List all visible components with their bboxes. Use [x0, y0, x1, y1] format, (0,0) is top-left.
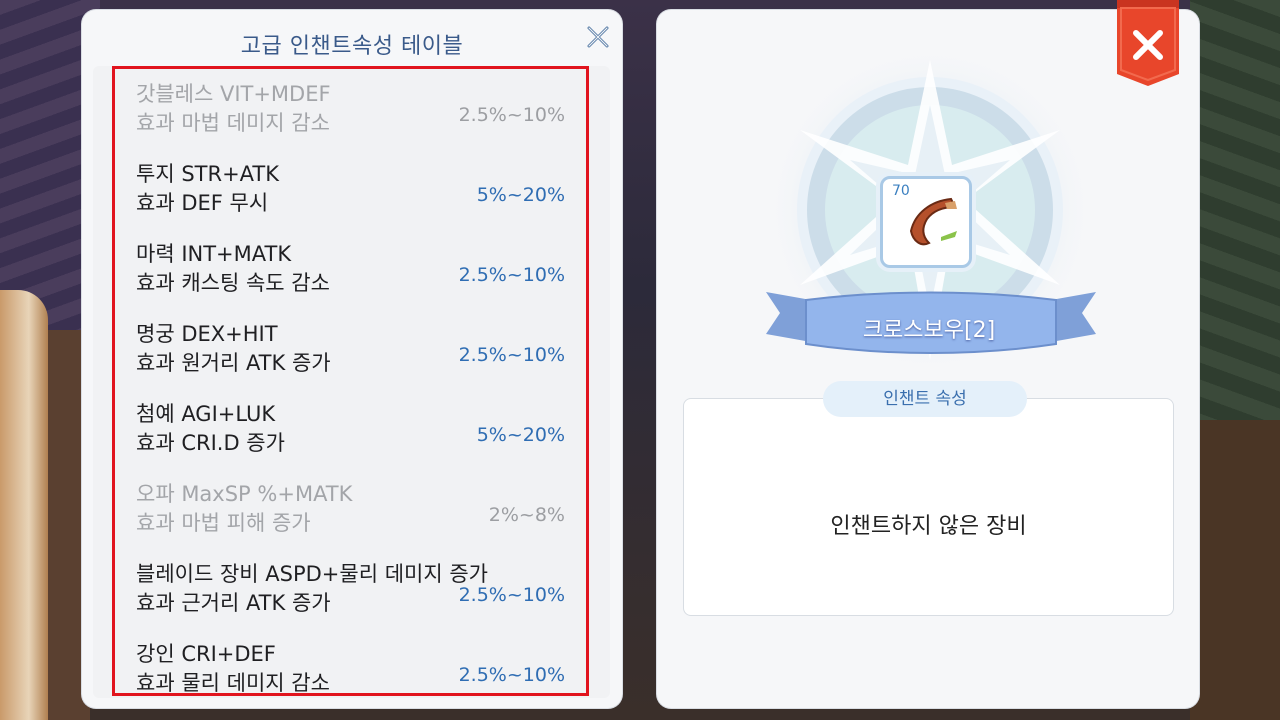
list-item: 갓블레스 VIT+MDEF 효과 마법 데미지 감소 2.5%~10%: [136, 78, 566, 148]
list-item: 강인 CRI+DEF 효과 물리 데미지 감소 2.5%~10%: [136, 638, 566, 708]
close-x-icon[interactable]: [585, 24, 611, 50]
enchant-effect: 효과 DEF 무시: [136, 191, 269, 215]
list-item: 블레이드 장비 ASPD+물리 데미지 증가 효과 근거리 ATK 증가 2.5…: [136, 558, 566, 628]
enchant-name: 오파 MaxSP %+MATK: [136, 482, 353, 506]
background-roof-right: [1190, 0, 1280, 420]
background-wall-right: [1190, 420, 1280, 720]
enchant-effect: 효과 CRI.D 증가: [136, 431, 285, 455]
enchant-effect: 효과 마법 데미지 감소: [136, 111, 330, 135]
list-item: 명궁 DEX+HIT 효과 원거리 ATK 증가 2.5%~10%: [136, 318, 566, 388]
enchant-range: 5%~20%: [476, 424, 565, 446]
enchant-name: 블레이드 장비 ASPD+물리 데미지 증가: [136, 562, 488, 586]
enchant-name: 첨예 AGI+LUK: [136, 402, 276, 426]
list-item: 첨예 AGI+LUK 효과 CRI.D 증가 5%~20%: [136, 398, 566, 468]
enchant-range: 2.5%~10%: [458, 584, 565, 606]
panel-title: 고급 인챈트속성 테이블: [240, 34, 464, 59]
enchant-range: 2.5%~10%: [458, 104, 565, 126]
enchant-range: 5%~20%: [476, 184, 565, 206]
enchant-effect: 효과 캐스팅 속도 감소: [136, 271, 330, 295]
enchant-effect: 효과 마법 피해 증가: [136, 511, 311, 535]
crossbow-icon: [909, 197, 957, 246]
list-item: 마력 INT+MATK 효과 캐스팅 속도 감소 2.5%~10%: [136, 238, 566, 308]
enchant-range: 2%~8%: [488, 504, 565, 526]
enchant-effect: 효과 원거리 ATK 증가: [136, 351, 331, 375]
background-character: [0, 290, 48, 720]
enchant-name: 투지 STR+ATK: [136, 162, 279, 186]
list-item: 오파 MaxSP %+MATK 효과 마법 피해 증가 2%~8%: [136, 478, 566, 548]
enchant-effect: 효과 근거리 ATK 증가: [136, 591, 331, 615]
enchant-effect: 효과 물리 데미지 감소: [136, 671, 330, 695]
tab-enchant-attributes[interactable]: 인챈트 속성: [823, 381, 1027, 417]
enchant-range: 2.5%~10%: [458, 264, 565, 286]
enchant-range: 2.5%~10%: [458, 344, 565, 366]
close-icon[interactable]: [1115, 0, 1181, 86]
enchant-name: 명궁 DEX+HIT: [136, 322, 278, 346]
enchant-name: 마력 INT+MATK: [136, 242, 292, 266]
list-item: 투지 STR+ATK 효과 DEF 무시 5%~20%: [136, 158, 566, 228]
enchant-info-box: [683, 398, 1174, 616]
item-name: 크로스보우[2]: [862, 318, 996, 343]
enchant-name: 갓블레스 VIT+MDEF: [136, 82, 331, 106]
item-slot[interactable]: 70: [880, 176, 972, 268]
enchant-status-text: 인챈트하지 않은 장비: [830, 514, 1027, 539]
enchant-name: 강인 CRI+DEF: [136, 642, 276, 666]
enchant-range: 2.5%~10%: [458, 664, 565, 686]
